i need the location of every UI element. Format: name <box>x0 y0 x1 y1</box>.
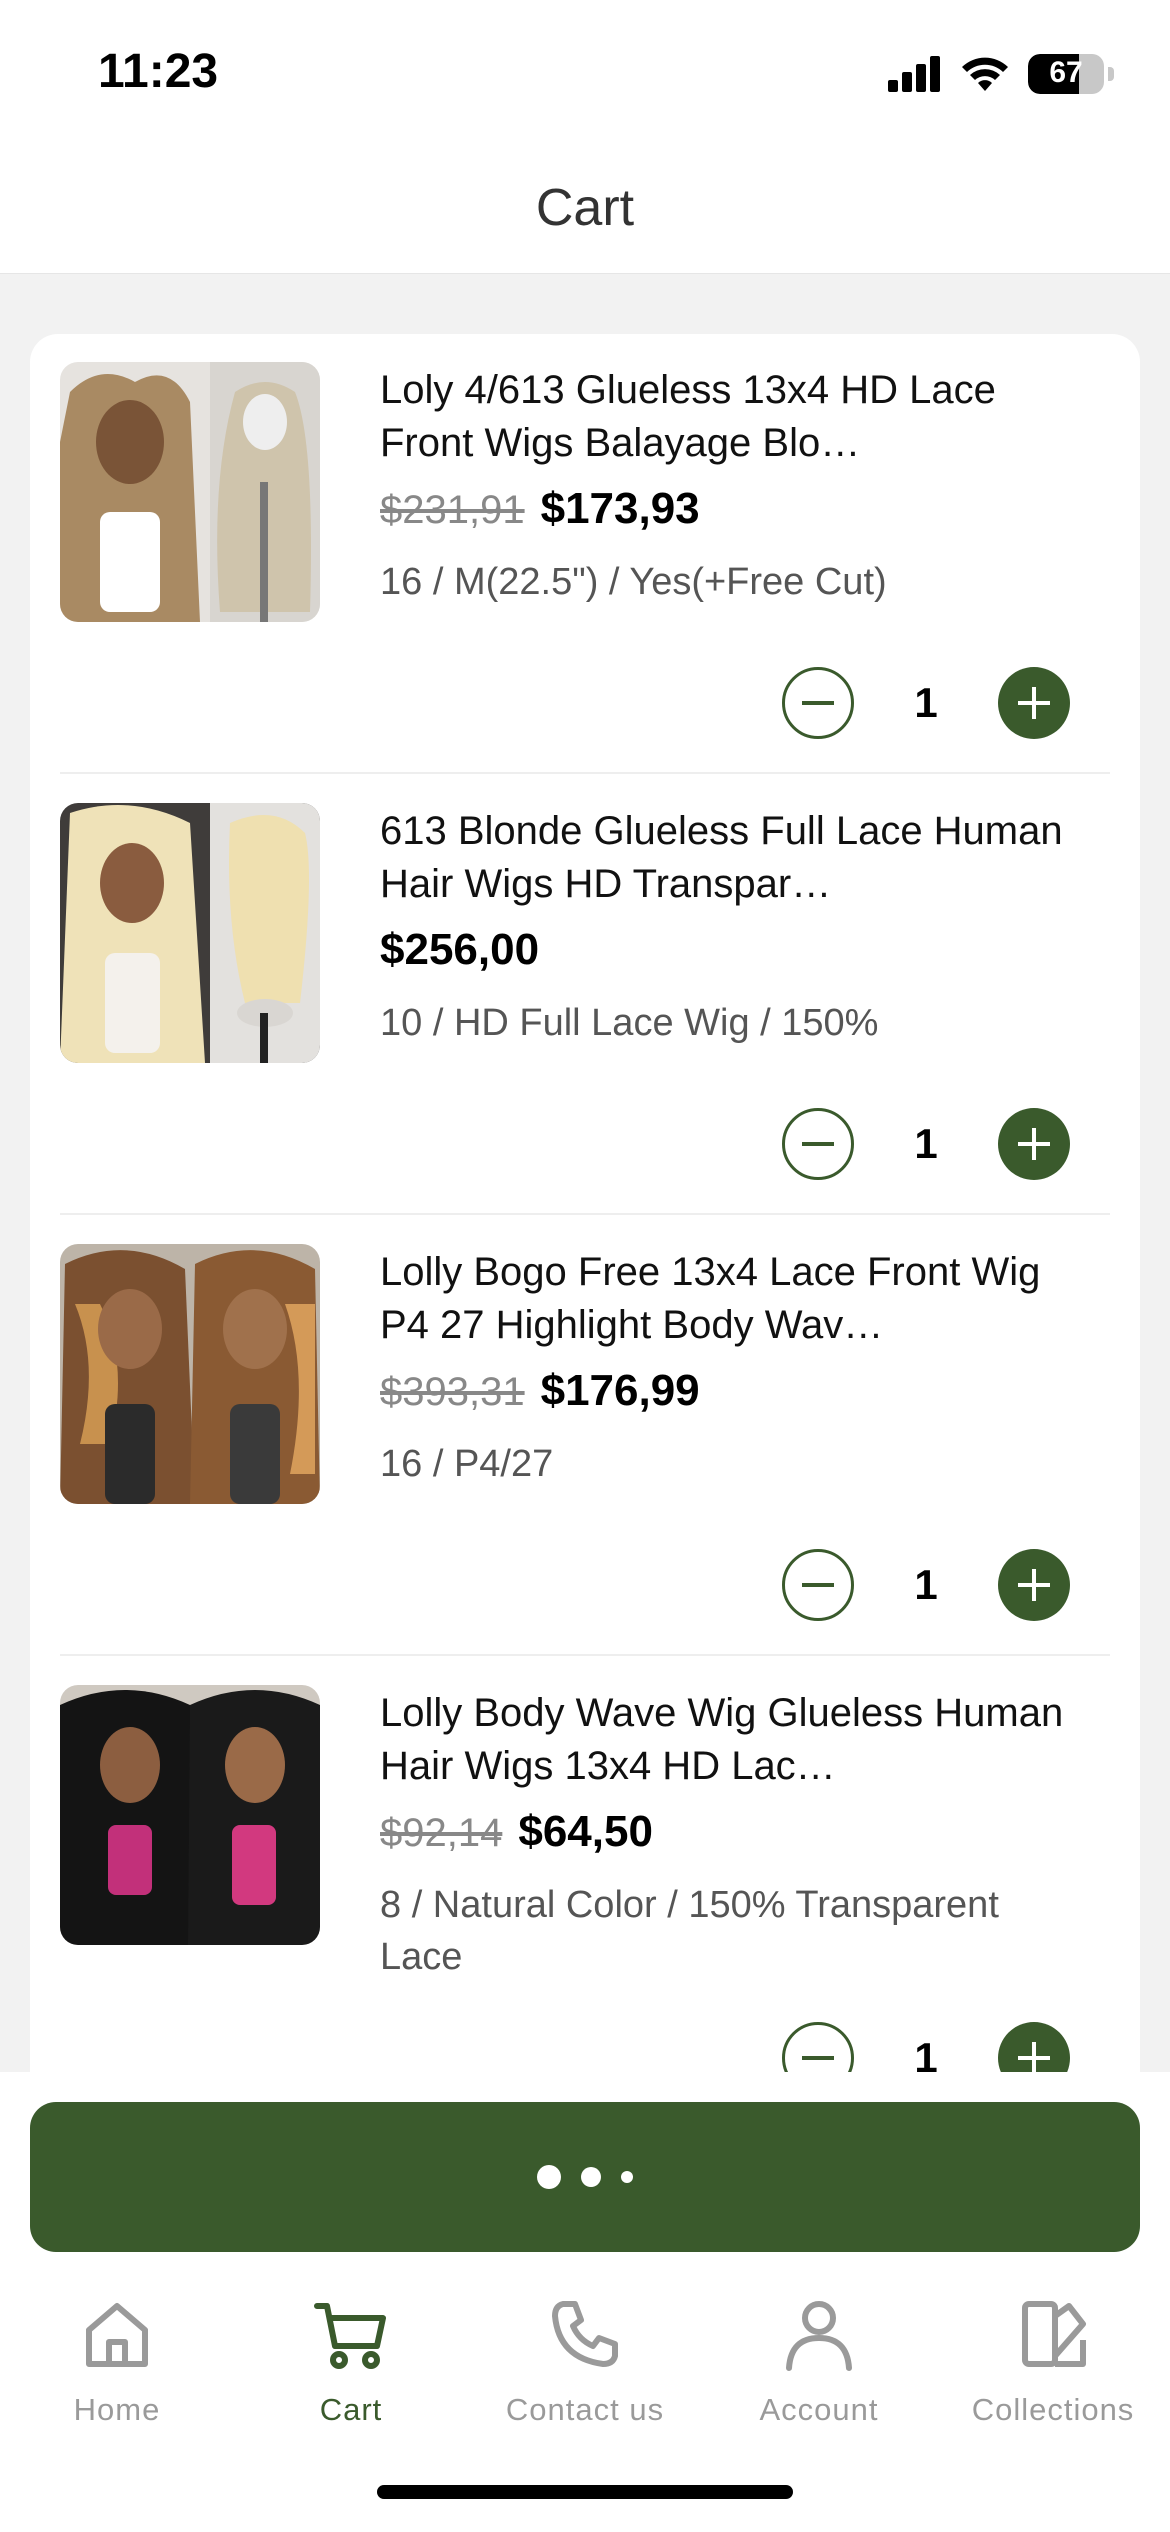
status-bar: 11:23 67 <box>0 0 1170 140</box>
tab-label: Cart <box>319 2392 383 2427</box>
quantity-value: 1 <box>914 679 938 726</box>
collections-icon <box>1022 2301 1086 2367</box>
decrease-quantity-button[interactable] <box>782 1108 854 1180</box>
status-icons: 67 <box>888 52 1114 96</box>
product-variant: 8 / Natural Color / 150% Transparent Lac… <box>380 1884 999 1978</box>
sale-price: $64,50 <box>518 1807 653 1856</box>
loading-dot <box>581 2167 601 2187</box>
price-row: $231,91 $173,93 <box>380 484 700 534</box>
minus-icon <box>802 1583 834 1587</box>
cart-item[interactable]: Lolly Body Wave Wig Glueless Human Hair … <box>60 1657 1110 2098</box>
tab-home[interactable]: Home <box>0 2280 234 2480</box>
divider <box>60 1654 1110 1656</box>
plus-icon <box>1018 687 1050 719</box>
cart-item[interactable]: 613 Blonde Glueless Full Lace Human Hair… <box>60 775 1110 1216</box>
quantity-value: 1 <box>914 1120 938 1167</box>
page-title: Cart <box>535 179 635 237</box>
status-time: 11:23 <box>98 45 219 98</box>
price-row: $92,14 $64,50 <box>380 1807 653 1857</box>
battery-nub <box>1108 67 1114 81</box>
cart-list: Loly 4/613 Glueless 13x4 HD Lace Front W… <box>30 334 1140 2134</box>
product-image[interactable] <box>60 1244 320 1504</box>
cart-item[interactable]: Loly 4/613 Glueless 13x4 HD Lace Front W… <box>60 334 1110 775</box>
tab-label: Home <box>73 2392 161 2427</box>
tab-contact-us[interactable]: Contact us <box>468 2280 702 2480</box>
divider <box>60 1213 1110 1215</box>
decrease-quantity-button[interactable] <box>782 667 854 739</box>
price-row: $256,00 <box>380 925 539 975</box>
minus-icon <box>802 701 834 705</box>
product-title[interactable]: 613 Blonde Glueless Full Lace Human Hair… <box>380 805 1080 911</box>
tab-bar: Home Cart Contact us Account Collections <box>0 2280 1170 2480</box>
quantity-stepper: 1 <box>782 1108 1070 1180</box>
sale-price: $256,00 <box>380 925 540 974</box>
checkout-button[interactable] <box>30 2102 1140 2252</box>
minus-icon <box>802 1142 834 1146</box>
plus-icon <box>1018 1128 1050 1160</box>
wifi-icon <box>962 57 1008 91</box>
phone-icon <box>552 2301 618 2367</box>
cart-icon <box>314 2303 386 2369</box>
divider <box>60 772 1110 774</box>
product-title[interactable]: Lolly Bogo Free 13x4 Lace Front Wig P4 2… <box>380 1246 1080 1352</box>
product-title[interactable]: Loly 4/613 Glueless 13x4 HD Lace Front W… <box>380 364 1080 470</box>
battery-icon: 67 <box>1028 54 1104 94</box>
tab-label: Account <box>759 2392 879 2427</box>
cart-item[interactable]: Lolly Bogo Free 13x4 Lace Front Wig P4 2… <box>60 1216 1110 1657</box>
increase-quantity-button[interactable] <box>998 667 1070 739</box>
battery-percent: 67 <box>1049 56 1083 89</box>
tab-collections[interactable]: Collections <box>936 2280 1170 2480</box>
tab-account[interactable]: Account <box>702 2280 936 2480</box>
price-row: $393,31 $176,99 <box>380 1366 700 1416</box>
loading-dot <box>537 2165 561 2189</box>
quantity-stepper: 1 <box>782 1549 1070 1621</box>
sale-price: $176,99 <box>540 1366 700 1415</box>
product-variant: 10 / HD Full Lace Wig / 150% <box>380 1002 879 1044</box>
decrease-quantity-button[interactable] <box>782 1549 854 1621</box>
signal-icon <box>888 56 940 92</box>
sale-price: $173,93 <box>540 484 700 533</box>
quantity-value: 1 <box>914 1561 938 1608</box>
tab-label: Contact us <box>505 2392 665 2427</box>
plus-icon <box>1018 1569 1050 1601</box>
quantity-stepper: 1 <box>782 667 1070 739</box>
product-variant: 16 / P4/27 <box>380 1443 554 1485</box>
product-variant: 16 / M(22.5") / Yes(+Free Cut) <box>380 561 887 603</box>
increase-quantity-button[interactable] <box>998 1108 1070 1180</box>
original-price: $92,14 <box>380 1811 503 1855</box>
tab-label: Collections <box>971 2392 1135 2427</box>
original-price: $393,31 <box>380 1370 525 1414</box>
person-icon <box>786 2301 852 2371</box>
bottom-panel: Home Cart Contact us Account Collections <box>0 2072 1170 2532</box>
home-indicator <box>377 2485 793 2499</box>
product-image[interactable] <box>60 1685 320 1945</box>
product-image[interactable] <box>60 803 320 1063</box>
home-icon <box>86 2303 148 2367</box>
product-title[interactable]: Lolly Body Wave Wig Glueless Human Hair … <box>380 1687 1080 1793</box>
loading-dot <box>621 2171 633 2183</box>
increase-quantity-button[interactable] <box>998 1549 1070 1621</box>
product-image[interactable] <box>60 362 320 622</box>
original-price: $231,91 <box>380 488 525 532</box>
tab-cart[interactable]: Cart <box>234 2280 468 2480</box>
page-header: Cart <box>0 140 1170 274</box>
